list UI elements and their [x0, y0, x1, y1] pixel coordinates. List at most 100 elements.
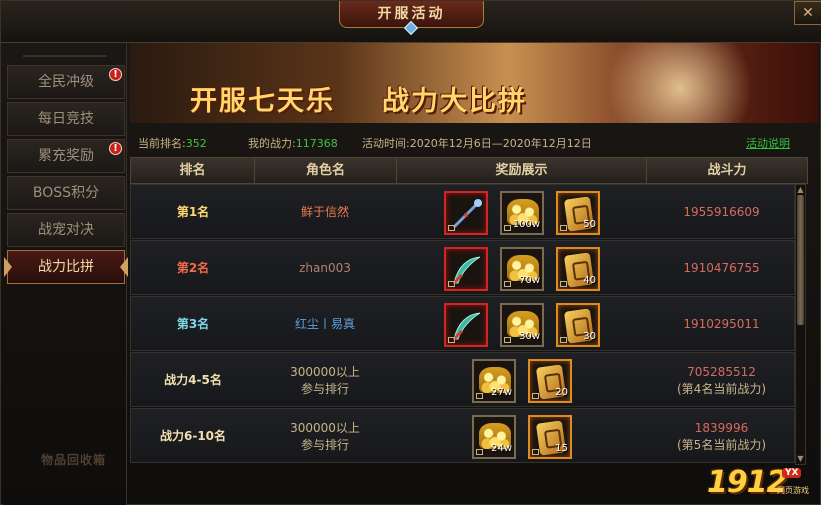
name-cell: 鲜于信然	[255, 185, 395, 240]
reward-cell: 100w 50	[397, 185, 647, 240]
reward-quantity: 70w	[519, 274, 540, 286]
sidebar-item-label: 全民冲级	[38, 74, 94, 90]
power-subtext: (第4名当前战力)	[677, 381, 766, 396]
logo-badge: YX	[782, 468, 802, 478]
rank-cell: 第1名	[131, 185, 255, 240]
reward-slot[interactable]	[444, 302, 488, 347]
sidebar: 全民冲级! 每日竞技 累充奖励! BOSS积分 战宠对决 战力比拼 物品回收箱	[3, 43, 128, 505]
lock-icon	[504, 280, 511, 287]
banner-title-right: 战力大比拼	[382, 86, 527, 117]
player-name: 鲜于信然	[300, 205, 349, 219]
reward-slot[interactable]: 24w	[472, 414, 516, 459]
player-name: zhan003	[299, 261, 351, 275]
table-row: 战力4-5名 300000以上 参与排行 27w 20 705285512 (第4名当前战力…	[130, 352, 795, 407]
lock-icon	[476, 448, 483, 455]
reward-slot[interactable]: 50	[556, 190, 600, 235]
sidebar-item-5[interactable]: 战力比拼	[4, 250, 128, 284]
reward-quantity: 15	[555, 442, 568, 454]
close-icon: ✕	[802, 5, 814, 21]
alert-icon: !	[109, 68, 122, 81]
sidebar-item-1[interactable]: 每日竞技	[7, 102, 125, 136]
rank-cell: 战力6-10名	[131, 409, 255, 464]
table-body: 第1名 鲜于信然 100w 50 1955916609 第2名 zhan003 70w 40 19…	[130, 184, 795, 465]
power-subtext: (第5名当前战力)	[677, 437, 766, 452]
header-rewards: 奖励展示	[397, 158, 647, 183]
scroll-thumb[interactable]	[797, 195, 804, 325]
reward-quantity: 100w	[512, 218, 540, 230]
event-time-label: 活动时间:	[362, 137, 410, 150]
close-button[interactable]: ✕	[794, 1, 821, 25]
event-banner: 开服七天乐 战力大比拼	[130, 43, 818, 123]
sidebar-item-3[interactable]: BOSS积分	[7, 176, 125, 210]
banner-art	[600, 43, 760, 123]
reward-slot[interactable]: 30	[556, 302, 600, 347]
reward-slot[interactable]: 100w	[500, 190, 544, 235]
power-value: 705285512	[687, 364, 756, 379]
crescent-blade-icon	[452, 256, 481, 284]
rank-cell: 第2名	[131, 241, 255, 296]
lock-icon	[532, 448, 539, 455]
lock-icon	[504, 224, 511, 231]
power-cell: 705285512 (第4名当前战力)	[647, 353, 795, 408]
rank-text: 第1名	[176, 205, 210, 219]
rules-link[interactable]: 活动说明	[746, 135, 790, 151]
my-power: 我的战力:117368	[248, 135, 338, 151]
title-bar: 开服活动 ✕	[1, 1, 821, 43]
activity-window: 开服活动 ✕ 全民冲级! 每日竞技 累充奖励! BOSS积分 战宠对决 战力比拼 物品回收…	[0, 0, 821, 505]
header-name: 角色名	[255, 158, 397, 183]
staff-weapon-icon	[452, 198, 482, 228]
header-power: 战斗力	[707, 163, 747, 178]
sidebar-item-label: 累充奖励	[38, 148, 94, 164]
alert-icon: !	[109, 142, 122, 155]
lock-icon	[448, 224, 455, 231]
name-cell: zhan003	[255, 241, 395, 296]
rank-cell: 战力4-5名	[131, 353, 255, 408]
name-cell: 300000以上 参与排行	[255, 409, 395, 464]
reward-slot[interactable]: 15	[528, 414, 572, 459]
rank-text: 战力4-5名	[164, 373, 222, 387]
reward-slot[interactable]: 20	[528, 358, 572, 403]
sidebar-item-2[interactable]: 累充奖励!	[7, 139, 125, 173]
reward-slot[interactable]: 40	[556, 246, 600, 291]
power-value: 1955916609	[683, 205, 760, 219]
table-scrollbar[interactable]: ▲ ▼	[795, 184, 806, 465]
lock-icon	[476, 392, 483, 399]
reward-slot[interactable]: 30w	[500, 302, 544, 347]
event-time-value: 2020年12月6日—2020年12月12日	[409, 137, 592, 150]
table-header: 排名 角色名 奖励展示 战斗力	[130, 157, 808, 184]
sidebar-item-0[interactable]: 全民冲级!	[7, 65, 125, 99]
banner-title-left: 开服七天乐	[190, 86, 335, 117]
table-row: 第3名 红尘丨易真 30w 30 1910295011	[130, 296, 795, 351]
lock-icon	[448, 336, 455, 343]
reward-slot[interactable]: 27w	[472, 358, 516, 403]
lock-icon	[532, 392, 539, 399]
reward-slot[interactable]	[444, 190, 488, 235]
reward-cell: 70w 40	[397, 241, 647, 296]
power-value: 1910476755	[683, 261, 760, 275]
power-cell: 1910295011	[647, 297, 795, 352]
rank-text: 第3名	[176, 317, 210, 331]
reward-cell: 24w 15	[397, 409, 647, 464]
sidebar-item-4[interactable]: 战宠对决	[7, 213, 125, 247]
name-subtext: 参与排行	[300, 437, 349, 452]
power-value: 1839996	[694, 420, 749, 435]
sidebar-item-label: 战宠对决	[38, 222, 94, 238]
table-row: 第2名 zhan003 70w 40 1910476755	[130, 240, 795, 295]
my-power-label: 我的战力:	[248, 137, 296, 150]
rank-text: 第2名	[176, 261, 210, 275]
reward-quantity: 30w	[519, 330, 540, 342]
name-cell: 300000以上 参与排行	[255, 353, 395, 408]
reward-cell: 30w 30	[397, 297, 647, 352]
sidebar-watermark: 物品回收箱	[41, 453, 107, 467]
reward-slot[interactable]: 70w	[500, 246, 544, 291]
header-rank: 排名	[131, 158, 255, 183]
power-cell: 1910476755	[647, 241, 795, 296]
reward-quantity: 20	[555, 386, 568, 398]
reward-slot[interactable]	[444, 246, 488, 291]
my-power-value: 117368	[295, 137, 338, 150]
scroll-up-icon[interactable]: ▲	[796, 185, 805, 195]
current-rank: 当前排名:352	[138, 135, 207, 151]
info-bar: 当前排名:352 我的战力:117368 活动时间:2020年12月6日—202…	[130, 129, 818, 153]
lock-icon	[560, 336, 567, 343]
table-row: 战力6-10名 300000以上 参与排行 24w 15 1839996 (第5名当前战力)	[130, 408, 795, 463]
